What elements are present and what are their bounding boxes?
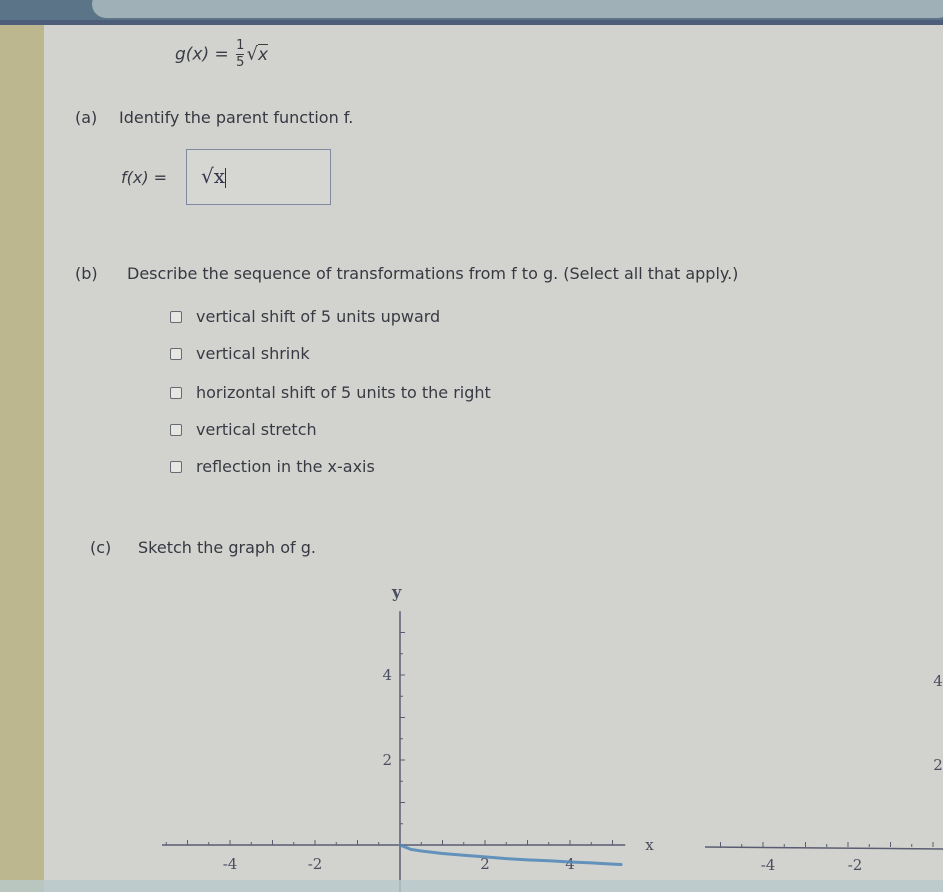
graph-axes: -4 -2 2 424xy xyxy=(162,582,654,892)
bottom-band xyxy=(0,880,943,892)
x-tick-label: 4 xyxy=(565,855,575,873)
x-tick-label: -2 xyxy=(308,855,323,873)
sketch-graph[interactable]: -4 -2 2 424xy -4 -224 xyxy=(0,0,943,892)
partial-x-axis xyxy=(704,846,943,850)
partial-graph-axes: -4 -2 2 4 xyxy=(704,672,943,874)
x-axis-label: x xyxy=(645,836,654,854)
x-tick-label: -4 xyxy=(223,855,238,873)
partial-x-tick-label: -4 xyxy=(761,856,776,874)
partial-y-tick-label: 2 xyxy=(933,756,943,774)
y-axis-label: y xyxy=(391,582,402,601)
partial-y-tick-label: 4 xyxy=(933,672,943,690)
sketched-curve[interactable] xyxy=(398,843,623,866)
partial-x-tick-label: -2 xyxy=(848,856,863,874)
y-tick-label: 4 xyxy=(382,666,392,684)
y-tick-label: 2 xyxy=(382,751,392,769)
